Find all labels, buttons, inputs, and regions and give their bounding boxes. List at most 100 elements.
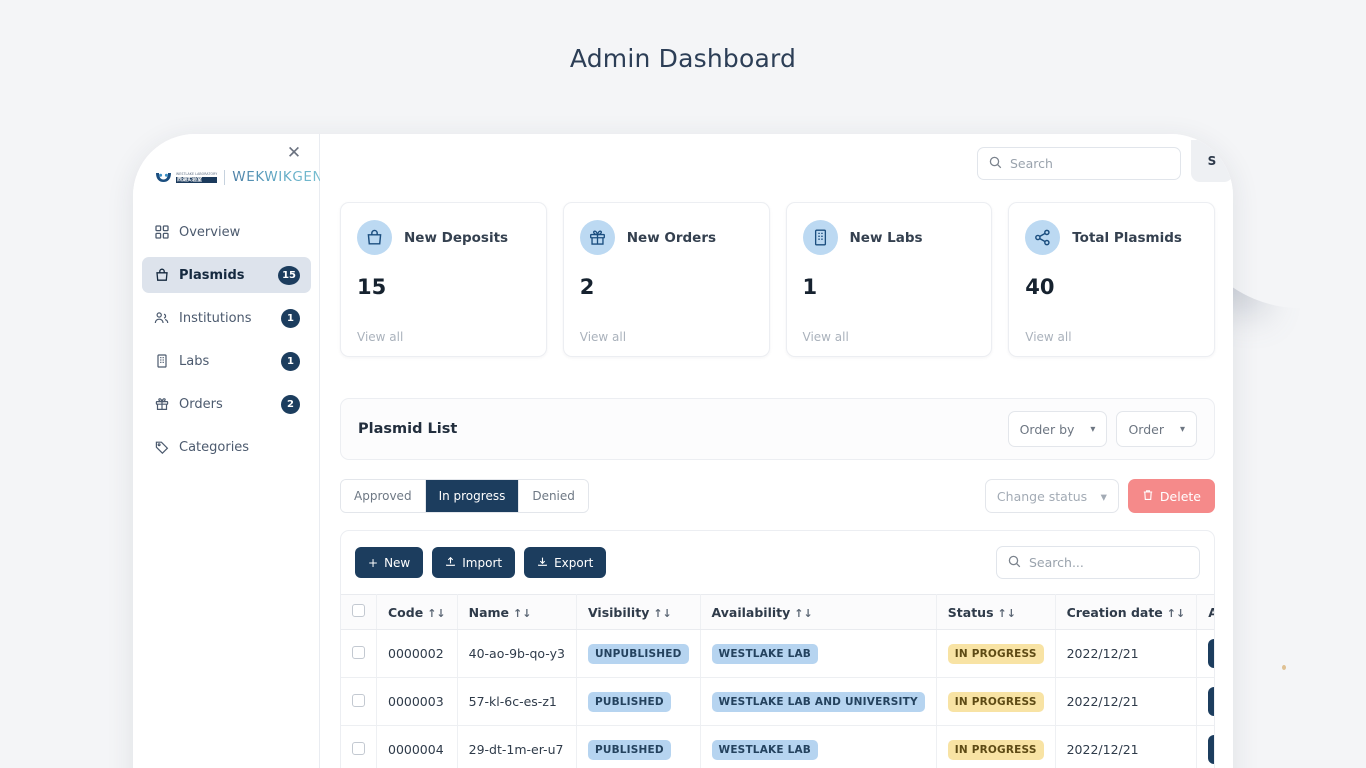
cell-creation-date: 2022/12/21 <box>1055 677 1198 726</box>
sort-icon[interactable]: ↑↓ <box>794 607 812 620</box>
sort-icon[interactable]: ↑↓ <box>653 607 671 620</box>
order-select[interactable]: Order ▾ <box>1116 411 1197 447</box>
sidebar-item-plasmids[interactable]: Plasmids 15 <box>142 257 311 293</box>
row-checkbox[interactable] <box>352 693 365 707</box>
search-input[interactable] <box>1010 155 1169 171</box>
view-button[interactable]: View ▾ <box>1208 735 1214 764</box>
visibility-badge: UNPUBLISHED <box>587 643 689 664</box>
cell-visibility: PUBLISHED <box>576 725 701 768</box>
brand-logo[interactable]: WESTLAKE LABORATORY 西湖实验室 WEKWIKGENE <box>155 166 332 188</box>
logo-cn-bottom: 西湖实验室 <box>176 176 218 183</box>
availability-badge: WESTLAKE LAB <box>711 643 819 664</box>
sort-icon[interactable]: ↑↓ <box>513 607 531 620</box>
sidebar-badge: 1 <box>281 351 300 371</box>
view-all-link[interactable]: View all <box>803 330 849 344</box>
sidebar-item-categories[interactable]: Categories <box>142 429 311 465</box>
sidebar-item-label: Plasmids <box>179 267 245 283</box>
chevron-down-icon: ▾ <box>1179 423 1185 435</box>
table-row[interactable]: 0000004 29-dt-1m-er-u7 PUBLISHED WESTLAK… <box>341 725 1214 768</box>
sort-icon[interactable]: ↑↓ <box>427 607 445 620</box>
header-actions: Actions <box>1196 594 1214 630</box>
stat-value: 15 <box>357 275 387 299</box>
stat-value: 40 <box>1025 275 1055 299</box>
tab-approved[interactable]: Approved <box>341 480 426 512</box>
stat-header: New Labs <box>802 220 976 255</box>
row-select-cell[interactable] <box>341 677 377 726</box>
bag-icon <box>153 267 170 284</box>
app-window: ✕ WESTLAKE LABORATORY 西湖实验室 WEKWIKGENE O… <box>133 134 1233 768</box>
avatar[interactable]: S <box>1191 139 1233 182</box>
header-label: Status <box>947 604 994 620</box>
sidebar-item-overview[interactable]: Overview <box>142 214 311 250</box>
change-status-select[interactable]: Change status ▾ <box>984 479 1119 513</box>
visibility-badge: PUBLISHED <box>587 691 671 712</box>
sidebar: ✕ WESTLAKE LABORATORY 西湖实验室 WEKWIKGENE O… <box>133 134 332 768</box>
table-row[interactable]: 0000002 40-ao-9b-qo-y3 UNPUBLISHED WESTL… <box>341 629 1214 678</box>
order-by-value: Order by <box>1019 421 1075 437</box>
stat-card-new-orders[interactable]: New Orders 2 View all <box>562 202 770 357</box>
stat-card-total-plasmids[interactable]: Total Plasmids 40 View all <box>1008 202 1215 357</box>
sidebar-badge: 15 <box>278 265 300 285</box>
logo-cn-top: WESTLAKE LABORATORY <box>176 171 218 176</box>
row-checkbox[interactable] <box>352 741 365 755</box>
sidebar-item-institutions[interactable]: Institutions 1 <box>142 300 311 336</box>
plus-icon: + <box>368 555 379 570</box>
availability-badge: WESTLAKE LAB AND UNIVERSITY <box>711 691 925 712</box>
sidebar-item-label: Categories <box>179 439 250 455</box>
tab-in-progress[interactable]: In progress <box>425 480 520 512</box>
sidebar-item-labs[interactable]: Labs 1 <box>142 343 311 379</box>
header-select-all[interactable] <box>341 594 377 630</box>
sidebar-item-label: Labs <box>179 353 210 369</box>
stat-card-new-deposits[interactable]: New Deposits 15 View all <box>340 202 547 357</box>
row-checkbox[interactable] <box>352 645 365 659</box>
sort-icon[interactable]: ↑↓ <box>998 607 1016 620</box>
status-badge: IN PROGRESS <box>947 739 1044 760</box>
header-name[interactable]: Name ↑↓ <box>457 594 577 630</box>
header-availability[interactable]: Availability ↑↓ <box>700 594 937 630</box>
cell-status: IN PROGRESS <box>936 629 1056 678</box>
chevron-down-icon: ▾ <box>1090 423 1096 435</box>
export-label: Export <box>554 555 594 570</box>
view-all-link[interactable]: View all <box>357 330 403 344</box>
status-badge: IN PROGRESS <box>947 691 1044 712</box>
stat-card-new-labs[interactable]: New Labs 1 View all <box>785 202 993 357</box>
cell-availability: WESTLAKE LAB <box>700 629 937 678</box>
availability-badge: WESTLAKE LAB <box>711 739 819 760</box>
bag-icon <box>357 220 392 255</box>
row-select-cell[interactable] <box>341 725 377 768</box>
building-icon <box>802 220 838 255</box>
table-head: Code ↑↓ Name ↑↓ Visibility ↑↓ Availability ↑… <box>341 594 1214 630</box>
view-all-link[interactable]: View all <box>1025 330 1071 344</box>
header-code[interactable]: Code ↑↓ <box>376 594 458 630</box>
table-search[interactable] <box>996 546 1200 579</box>
order-by-select[interactable]: Order by ▾ <box>1007 411 1108 447</box>
table-row[interactable]: 0000003 57-kl-6c-es-z1 PUBLISHED WESTLAK… <box>341 677 1214 726</box>
table-search-input[interactable] <box>1029 555 1188 570</box>
people-icon <box>153 310 170 327</box>
sidebar-badge: 1 <box>281 308 300 328</box>
view-button[interactable]: View ▾ <box>1208 687 1214 716</box>
global-search[interactable] <box>977 146 1181 180</box>
delete-button[interactable]: Delete <box>1127 479 1215 513</box>
order-value: Order <box>1128 421 1164 437</box>
new-button[interactable]: + New <box>355 547 424 578</box>
share-icon <box>1025 220 1061 255</box>
sidebar-item-orders[interactable]: Orders 2 <box>142 386 311 422</box>
new-label: New <box>384 555 411 570</box>
header-label: Creation date <box>1066 604 1163 620</box>
sort-icon[interactable]: ↑↓ <box>1167 607 1185 620</box>
select-all-checkbox[interactable] <box>352 604 365 617</box>
cell-visibility: PUBLISHED <box>576 677 701 726</box>
header-status[interactable]: Status ↑↓ <box>936 594 1056 630</box>
import-button[interactable]: Import <box>432 547 516 578</box>
view-button[interactable]: View ▾ <box>1208 639 1214 668</box>
close-icon[interactable]: ✕ <box>283 142 305 164</box>
view-all-link[interactable]: View all <box>580 330 626 344</box>
stat-value: 2 <box>579 275 595 299</box>
header-creation-date[interactable]: Creation date ↑↓ <box>1055 594 1198 630</box>
export-button[interactable]: Export <box>524 547 607 578</box>
sidebar-nav: Overview Plasmids 15 Institutions 1 Labs… <box>133 214 320 472</box>
row-select-cell[interactable] <box>341 629 377 678</box>
header-visibility[interactable]: Visibility ↑↓ <box>576 594 701 630</box>
tab-denied[interactable]: Denied <box>519 480 588 512</box>
